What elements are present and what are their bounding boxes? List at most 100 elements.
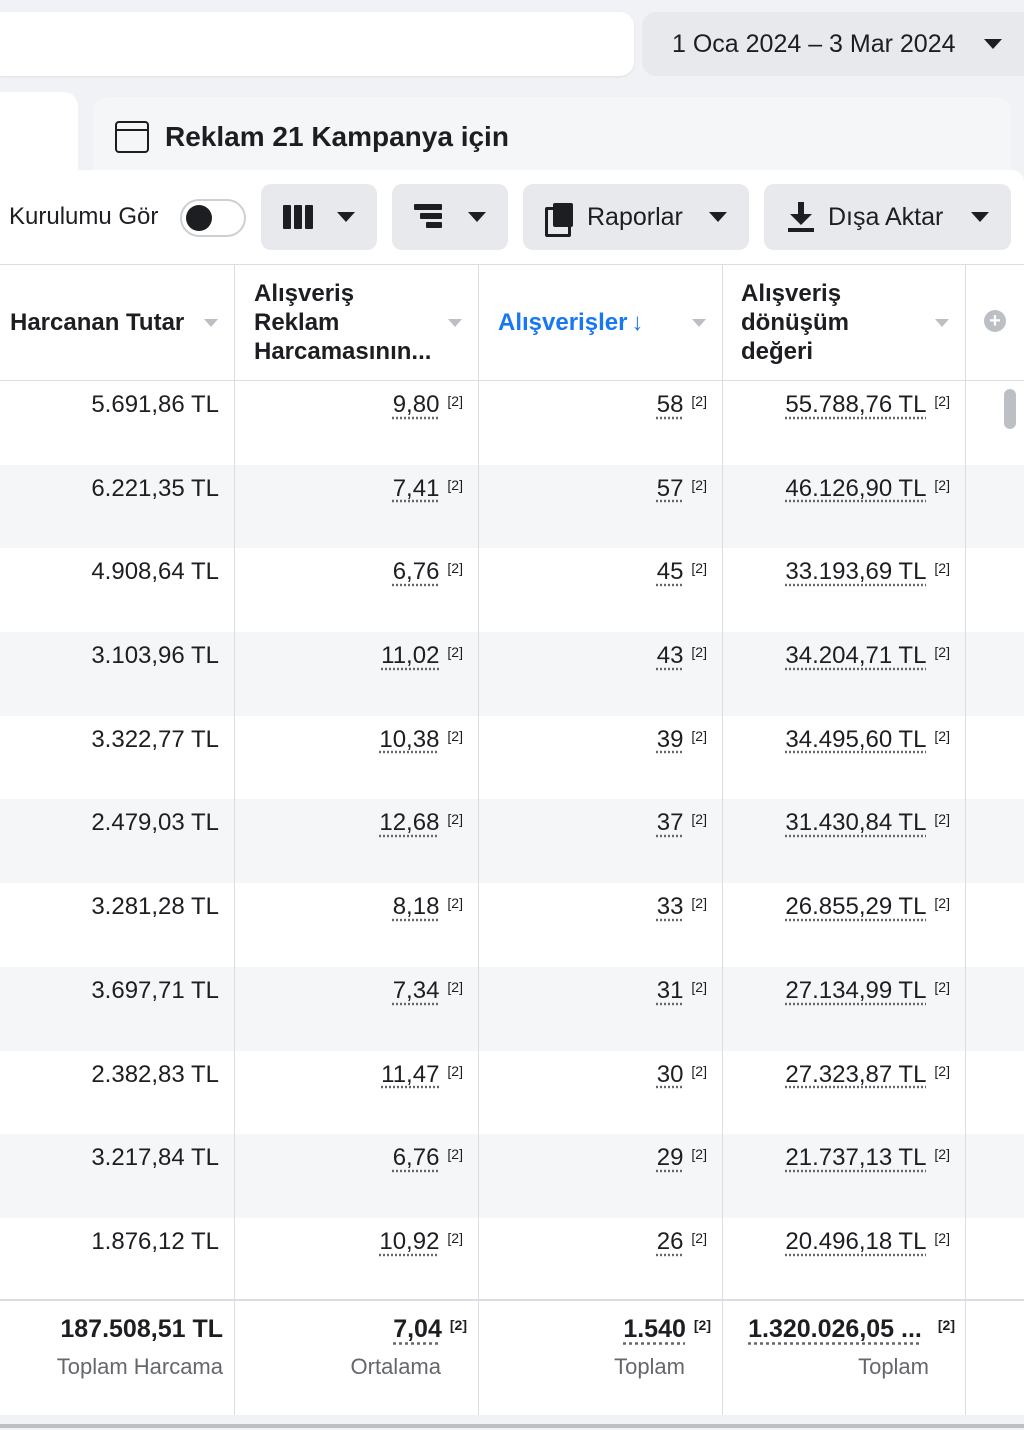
- cell-cost-per-purchase[interactable]: 11,02 [2]: [381, 642, 463, 670]
- cell-conversion-value[interactable]: 31.430,84 TL [2]: [785, 809, 950, 837]
- toolbar: Kurulumu Gör Raporlar Dışa Aktar: [0, 170, 1024, 264]
- cell-spend: 3.281,28 TL: [91, 893, 219, 921]
- header-cost-per-purchase[interactable]: Alışveriş Reklam Harcamasının...: [254, 265, 478, 380]
- cell-conversion-value[interactable]: 27.323,87 TL [2]: [785, 1061, 950, 1089]
- cell-spend: 3.217,84 TL: [91, 1144, 219, 1172]
- tab-campaign[interactable]: Reklam 21 Kampanya için: [93, 97, 1011, 177]
- cell-spend: 4.908,64 TL: [91, 558, 219, 586]
- cell-spend: 6.221,35 TL: [91, 474, 219, 502]
- cell-spend: 2.382,83 TL: [91, 1060, 219, 1088]
- breakdown-button[interactable]: [392, 184, 508, 250]
- cell-cost-per-purchase[interactable]: 9,80 [2]: [393, 391, 463, 419]
- table-row[interactable]: 2.382,83 TL 11,47 [2] 30 [2] 27.323,87 TL [2]: [0, 1051, 1024, 1135]
- cell-spend: 3.697,71 TL: [91, 976, 219, 1004]
- tab-previous[interactable]: [0, 92, 78, 182]
- cell-conversion-value[interactable]: 55.788,76 TL [2]: [785, 391, 950, 419]
- chevron-down-icon: [468, 212, 486, 222]
- cell-cost-per-purchase[interactable]: 12,68 [2]: [379, 809, 463, 837]
- cell-spend: 3.322,77 TL: [91, 725, 219, 753]
- cell-purchases[interactable]: 26 [2]: [657, 1228, 707, 1256]
- chevron-down-icon: [971, 212, 989, 222]
- breakdown-icon: [414, 203, 442, 231]
- table-row[interactable]: 3.103,96 TL 11,02 [2] 43 [2] 34.204,71 TL [2]: [0, 632, 1024, 716]
- columns-icon: [283, 205, 313, 229]
- reports-label: Raporlar: [587, 202, 683, 231]
- header-spend[interactable]: Harcanan Tutar: [10, 265, 234, 380]
- cell-purchases[interactable]: 45 [2]: [657, 558, 707, 586]
- table-row[interactable]: 3.697,71 TL 7,34 [2] 31 [2] 27.134,99 TL [2]: [0, 966, 1024, 1051]
- data-table: Harcanan Tutar Alışveriş Reklam Harcamas…: [0, 264, 1024, 1302]
- header-purchases[interactable]: Alışverişler ↓: [498, 265, 722, 380]
- cell-conversion-value[interactable]: 33.193,69 TL [2]: [785, 558, 950, 586]
- toggle-knob: [186, 205, 212, 231]
- cell-cost-per-purchase[interactable]: 6,76 [2]: [393, 1144, 463, 1172]
- date-range-label: 1 Oca 2024 – 3 Mar 2024: [672, 29, 956, 58]
- chevron-down-icon: [337, 212, 355, 222]
- cell-cost-per-purchase[interactable]: 10,92 [2]: [379, 1228, 463, 1256]
- setup-toggle[interactable]: [180, 199, 246, 237]
- cell-spend: 5.691,86 TL: [91, 391, 219, 418]
- cell-purchases[interactable]: 58 [2]: [657, 391, 707, 419]
- cell-conversion-value[interactable]: 34.495,60 TL [2]: [785, 726, 950, 754]
- sort-arrow-down-icon: ↓: [631, 309, 644, 336]
- chevron-down-icon: [709, 212, 727, 222]
- cell-purchases[interactable]: 39 [2]: [657, 726, 707, 754]
- table-row[interactable]: 3.322,77 TL 10,38 [2] 39 [2] 34.495,60 TL [2]: [0, 716, 1024, 800]
- cell-cost-per-purchase[interactable]: 10,38 [2]: [379, 726, 463, 754]
- table-row[interactable]: 3.281,28 TL 8,18 [2] 33 [2] 26.855,29 TL [2]: [0, 883, 1024, 967]
- chevron-down-icon: [984, 39, 1002, 49]
- scrollbar-thumb[interactable]: [1004, 389, 1016, 429]
- setup-toggle-label: Kurulumu Gör: [9, 203, 159, 230]
- reports-button[interactable]: Raporlar: [523, 184, 749, 250]
- sort-caret-icon: [935, 319, 949, 327]
- table-header: Harcanan Tutar Alışveriş Reklam Harcamas…: [0, 264, 1024, 381]
- sort-caret-icon: [692, 319, 706, 327]
- cell-conversion-value[interactable]: 20.496,18 TL [2]: [785, 1228, 950, 1256]
- download-icon: [788, 202, 814, 232]
- table-row[interactable]: 6.221,35 TL 7,41 [2] 57 [2] 46.126,90 TL [2]: [0, 464, 1024, 549]
- table-row[interactable]: 4.908,64 TL 6,76 [2] 45 [2] 33.193,69 TL [2]: [0, 548, 1024, 632]
- table-row[interactable]: 5.691,86 TL 9,80 [2] 58 [2] 55.788,76 TL [2]: [0, 381, 1024, 465]
- cell-purchases[interactable]: 30 [2]: [657, 1061, 707, 1089]
- cell-conversion-value[interactable]: 26.855,29 TL [2]: [785, 893, 950, 921]
- cell-cost-per-purchase[interactable]: 6,76 [2]: [393, 558, 463, 586]
- columns-button[interactable]: [261, 184, 377, 250]
- table-footer-totals: 187.508,51 TL Toplam Harcama 7,04 [2] Ort…: [0, 1299, 1024, 1415]
- cell-purchases[interactable]: 57 [2]: [657, 475, 707, 503]
- cell-conversion-value[interactable]: 46.126,90 TL [2]: [785, 475, 950, 503]
- tab-title: Reklam 21 Kampanya için: [165, 121, 509, 152]
- cell-spend: 2.479,03 TL: [91, 809, 219, 837]
- table-row[interactable]: 3.217,84 TL 6,76 [2] 29 [2] 21.737,13 TL [2]: [0, 1134, 1024, 1218]
- export-label: Dışa Aktar: [828, 202, 944, 231]
- add-column-plus-icon[interactable]: +: [984, 310, 1006, 332]
- header-conversion-value[interactable]: Alışveriş dönüşüm değeri: [741, 265, 965, 380]
- horizontal-scrollbar[interactable]: [0, 1415, 1024, 1430]
- date-range-button[interactable]: 1 Oca 2024 – 3 Mar 2024: [642, 12, 1024, 76]
- total-cost-per-purchase: 7,04 [2] Ortalama: [350, 1315, 467, 1379]
- cell-cost-per-purchase[interactable]: 8,18 [2]: [393, 893, 463, 921]
- cell-conversion-value[interactable]: 21.737,13 TL [2]: [785, 1144, 950, 1172]
- cell-purchases[interactable]: 31 [2]: [657, 977, 707, 1005]
- cell-purchases[interactable]: 43 [2]: [657, 642, 707, 670]
- cell-spend: 1.876,12 TL: [91, 1227, 219, 1255]
- total-conversion-value: 1.320.026,05 ... [2] Toplam: [748, 1315, 955, 1379]
- cell-cost-per-purchase[interactable]: 11,47 [2]: [381, 1061, 463, 1089]
- report-icon: [545, 203, 573, 237]
- total-purchases: 1.540 [2] Toplam: [614, 1315, 711, 1379]
- cell-conversion-value[interactable]: 27.134,99 TL [2]: [785, 977, 950, 1005]
- table-row[interactable]: 2.479,03 TL 12,68 [2] 37 [2] 31.430,84 TL [2]: [0, 799, 1024, 884]
- cell-purchases[interactable]: 33 [2]: [657, 893, 707, 921]
- cell-purchases[interactable]: 29 [2]: [657, 1144, 707, 1172]
- cell-cost-per-purchase[interactable]: 7,34 [2]: [393, 977, 463, 1005]
- cell-spend: 3.103,96 TL: [91, 642, 219, 670]
- report-panel: Kurulumu Gör Raporlar Dışa Aktar Harcana…: [0, 170, 1024, 1430]
- table-row[interactable]: 1.876,12 TL 10,92 [2] 26 [2] 20.496,18 TL [2]: [0, 1218, 1024, 1302]
- sort-caret-icon: [448, 319, 462, 327]
- cell-cost-per-purchase[interactable]: 7,41 [2]: [393, 475, 463, 503]
- cell-conversion-value[interactable]: 34.204,71 TL [2]: [785, 642, 950, 670]
- export-button[interactable]: Dışa Aktar: [764, 184, 1011, 250]
- search-bar[interactable]: [0, 12, 634, 76]
- cell-purchases[interactable]: 37 [2]: [657, 809, 707, 837]
- window-icon: [115, 121, 149, 153]
- sort-caret-icon: [204, 319, 218, 327]
